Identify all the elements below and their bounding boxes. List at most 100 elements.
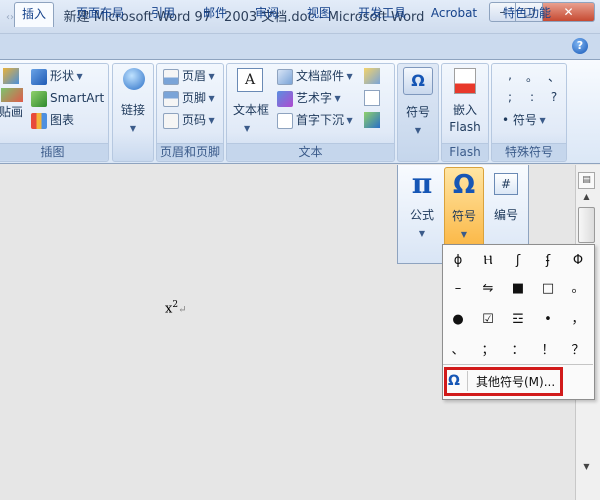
symbol-cell[interactable]: ？ xyxy=(563,338,593,363)
special-char-enum-comma[interactable]: 、 xyxy=(544,68,564,85)
symbol-cell[interactable]: 、 xyxy=(443,338,473,363)
embed-flash-line2[interactable]: Flash xyxy=(442,119,488,135)
tab-review[interactable]: 审阅 xyxy=(247,2,287,26)
omega-icon: Ω xyxy=(403,67,433,95)
symbol-cell[interactable]: ʃ xyxy=(503,248,533,273)
group-label-text: 文本 xyxy=(227,143,394,160)
symbol-cell[interactable]: ʄ xyxy=(533,248,563,273)
signature-line-icon[interactable] xyxy=(364,68,380,84)
group-flash: 嵌入 Flash Flash xyxy=(441,63,489,162)
equation-label: 公式 xyxy=(409,208,434,222)
document-text[interactable]: x2↵ xyxy=(165,300,186,316)
chevron-down-icon: ▼ xyxy=(74,72,83,81)
tab-references[interactable]: 引用 xyxy=(143,2,183,26)
ribbon-tab-bar xyxy=(0,34,600,60)
tab-developer[interactable]: 开发工具 xyxy=(352,2,412,26)
symbol-cell[interactable]: ， xyxy=(563,307,593,332)
symbol-cell[interactable]: ☲ xyxy=(503,307,533,332)
embed-flash-line1[interactable]: 嵌入 xyxy=(442,102,488,118)
quick-parts-button[interactable]: 文档部件 ▼ xyxy=(277,66,353,87)
ruler-toggle-button[interactable]: ▤ xyxy=(578,172,595,189)
symbol-cell[interactable]: ： xyxy=(503,338,533,363)
scroll-thumb[interactable] xyxy=(578,207,595,243)
footer-button[interactable]: 页脚 ▼ xyxy=(163,88,215,109)
omega-icon: Ω xyxy=(452,170,476,200)
chevron-down-icon: ▼ xyxy=(414,126,422,135)
date-time-icon[interactable] xyxy=(364,90,380,106)
object-icon[interactable] xyxy=(364,112,380,128)
links-button[interactable]: 链接 xyxy=(113,102,153,118)
special-symbol-button[interactable]: • 符号 ▼ xyxy=(502,110,546,131)
symbol-cell[interactable]: ⇋ xyxy=(473,276,503,301)
textbox-button[interactable]: 文本框 xyxy=(229,102,273,118)
footer-label: 页脚 xyxy=(182,91,207,105)
tab-special-features[interactable]: 特色功能 xyxy=(497,2,557,26)
symbol-cell[interactable]: ■ xyxy=(503,276,533,301)
header-label: 页眉 xyxy=(182,69,207,83)
symbols-button[interactable]: 符号 xyxy=(398,104,438,120)
page-number-button[interactable]: 页码 ▼ xyxy=(163,110,215,131)
equation-button[interactable]: π 公式 ▼ xyxy=(402,167,442,247)
hash-icon: # xyxy=(494,173,518,195)
special-char-semicolon[interactable]: ; xyxy=(500,90,520,104)
symbol-cell[interactable]: ɸ xyxy=(443,248,473,273)
chevron-down-icon: ▼ xyxy=(536,116,546,125)
tab-page-layout[interactable]: 页面布局 xyxy=(70,2,130,26)
symbol-cell[interactable]: 。 xyxy=(563,276,593,301)
textbox-icon: A xyxy=(237,68,263,92)
chevron-down-icon: ▼ xyxy=(206,116,215,125)
special-char-period[interactable]: 。 xyxy=(522,68,542,85)
group-label-special-symbols: 特殊符号 xyxy=(492,143,566,160)
symbol-cell[interactable]: ☑ xyxy=(473,307,503,332)
footer-icon xyxy=(163,90,179,107)
special-char-question[interactable]: ? xyxy=(544,90,564,104)
dropcap-button[interactable]: 首字下沉 ▼ xyxy=(277,110,353,131)
page-number-icon xyxy=(163,112,179,129)
chart-icon xyxy=(31,112,47,129)
page-number-label: 页码 xyxy=(182,113,207,127)
symbol-button[interactable]: Ω 符号 ▼ xyxy=(444,167,484,247)
smartart-button[interactable]: SmartArt xyxy=(31,88,104,109)
chart-button[interactable]: 图表 xyxy=(31,110,74,131)
group-text: A 文本框 ▼ 文档部件 ▼ 艺术字 ▼ 首字下沉 ▼ 文本 xyxy=(226,63,395,162)
shapes-button[interactable]: 形状 ▼ xyxy=(31,66,83,87)
symbol-cell[interactable]: Ⲏ xyxy=(473,248,503,273)
tab-acrobat[interactable]: Acrobat xyxy=(425,2,483,26)
chevron-down-icon: ▼ xyxy=(344,72,353,81)
bullet-icon: • xyxy=(502,113,510,127)
numbering-label: 编号 xyxy=(493,208,518,222)
chevron-down-icon: ▼ xyxy=(206,94,215,103)
symbol-cell[interactable]: ； xyxy=(473,338,503,363)
scroll-up-arrow-icon[interactable]: ▲ xyxy=(578,192,595,206)
chevron-down-icon: ▼ xyxy=(244,124,251,133)
clipart-icon xyxy=(3,68,19,84)
special-char-colon[interactable]: : xyxy=(522,90,542,104)
symbol-cell[interactable]: ● xyxy=(443,307,473,332)
numbering-button[interactable]: # 编号 xyxy=(486,167,526,247)
symbol-cell[interactable]: – xyxy=(443,276,473,301)
flash-icon xyxy=(454,68,476,94)
group-label-flash: Flash xyxy=(442,143,488,160)
chevron-down-icon: ▼ xyxy=(129,124,137,133)
smartart-label: SmartArt xyxy=(50,91,105,105)
symbol-label: 符号 xyxy=(451,209,476,223)
special-char-comma[interactable]: , xyxy=(500,68,520,82)
group-label-header-footer: 页眉和页脚 xyxy=(157,143,223,160)
wordart-button[interactable]: 艺术字 ▼ xyxy=(277,88,341,109)
chevron-down-icon: ▼ xyxy=(460,230,468,239)
symbol-cell[interactable]: □ xyxy=(533,276,563,301)
tab-mailings[interactable]: 邮件 xyxy=(195,2,235,26)
header-button[interactable]: 页眉 ▼ xyxy=(163,66,215,87)
help-button[interactable]: ? xyxy=(572,38,588,54)
tab-view[interactable]: 视图 xyxy=(299,2,339,26)
symbol-cell[interactable]: Φ xyxy=(563,248,593,273)
tab-insert[interactable]: 插入 xyxy=(14,2,54,27)
wordart-icon xyxy=(277,90,293,107)
symbol-cell[interactable]: • xyxy=(533,307,563,332)
group-illustrations: 贴画 形状 ▼ SmartArt 图表 插图 xyxy=(0,63,109,162)
symbol-cell[interactable]: ！ xyxy=(533,338,563,363)
clipart-button[interactable]: 贴画 xyxy=(0,104,31,120)
scroll-down-arrow-icon[interactable]: ▼ xyxy=(578,462,595,476)
dropdown-separator xyxy=(443,364,593,365)
group-links: 链接 ▼ xyxy=(112,63,154,162)
